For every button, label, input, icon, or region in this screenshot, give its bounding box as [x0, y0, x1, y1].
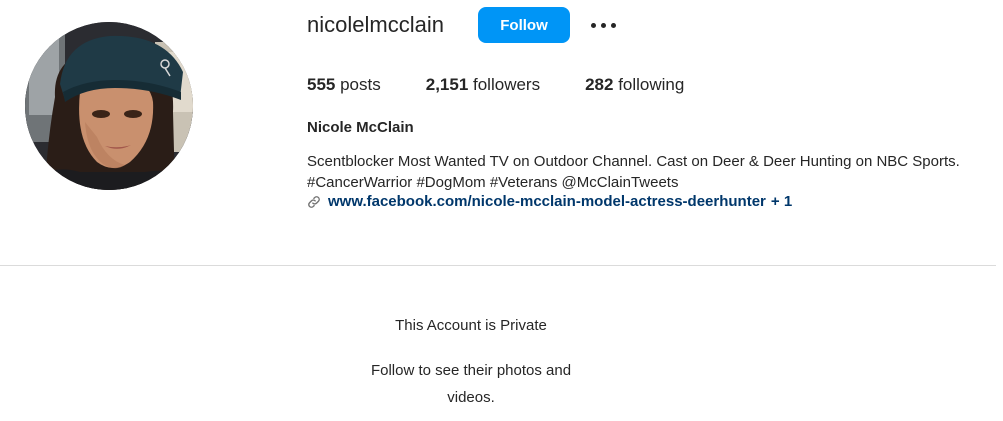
posts-label: posts — [335, 75, 381, 94]
profile-photo — [25, 22, 193, 190]
more-options-dot — [600, 22, 606, 28]
following-label: following — [613, 75, 685, 94]
link-icon — [308, 195, 320, 208]
following-stat[interactable]: 282 following — [585, 73, 684, 97]
follow-button[interactable]: Follow — [478, 7, 570, 43]
posts-count: 555 — [307, 75, 336, 94]
private-account-title: This Account is Private — [395, 317, 547, 334]
bio-line: Scentblocker Most Wanted TV on Outdoor C… — [307, 153, 960, 170]
bio-line: #CancerWarrior #DogMom #Veterans @McClai… — [307, 174, 679, 191]
more-options-icon[interactable] — [588, 12, 618, 38]
profile-full-name: Nicole McClain — [307, 119, 414, 136]
private-account-subtitle: Follow to see their photos and videos. — [370, 362, 572, 406]
profile-avatar[interactable] — [25, 22, 193, 190]
profile-bio: Scentblocker Most Wanted TV on Outdoor C… — [307, 151, 997, 193]
followers-count: 2,151 — [425, 75, 469, 94]
section-divider — [0, 265, 996, 266]
more-options-dot — [610, 22, 616, 28]
following-count: 282 — [585, 75, 614, 94]
posts-stat[interactable]: 555 posts — [307, 73, 381, 97]
followers-label: followers — [468, 75, 541, 94]
external-link[interactable]: www.facebook.com/nicole-mcclain-model-ac… — [307, 191, 792, 212]
external-link-text: www.facebook.com/nicole-mcclain-model-ac… — [328, 193, 766, 210]
profile-stats: 555 posts 2,151 followers 282 following — [307, 73, 684, 97]
profile-username: nicolelmcclain — [307, 12, 444, 37]
external-link-more: + 1 — [770, 193, 793, 210]
more-options-dot — [590, 22, 596, 28]
followers-stat[interactable]: 2,151 followers — [426, 73, 540, 97]
